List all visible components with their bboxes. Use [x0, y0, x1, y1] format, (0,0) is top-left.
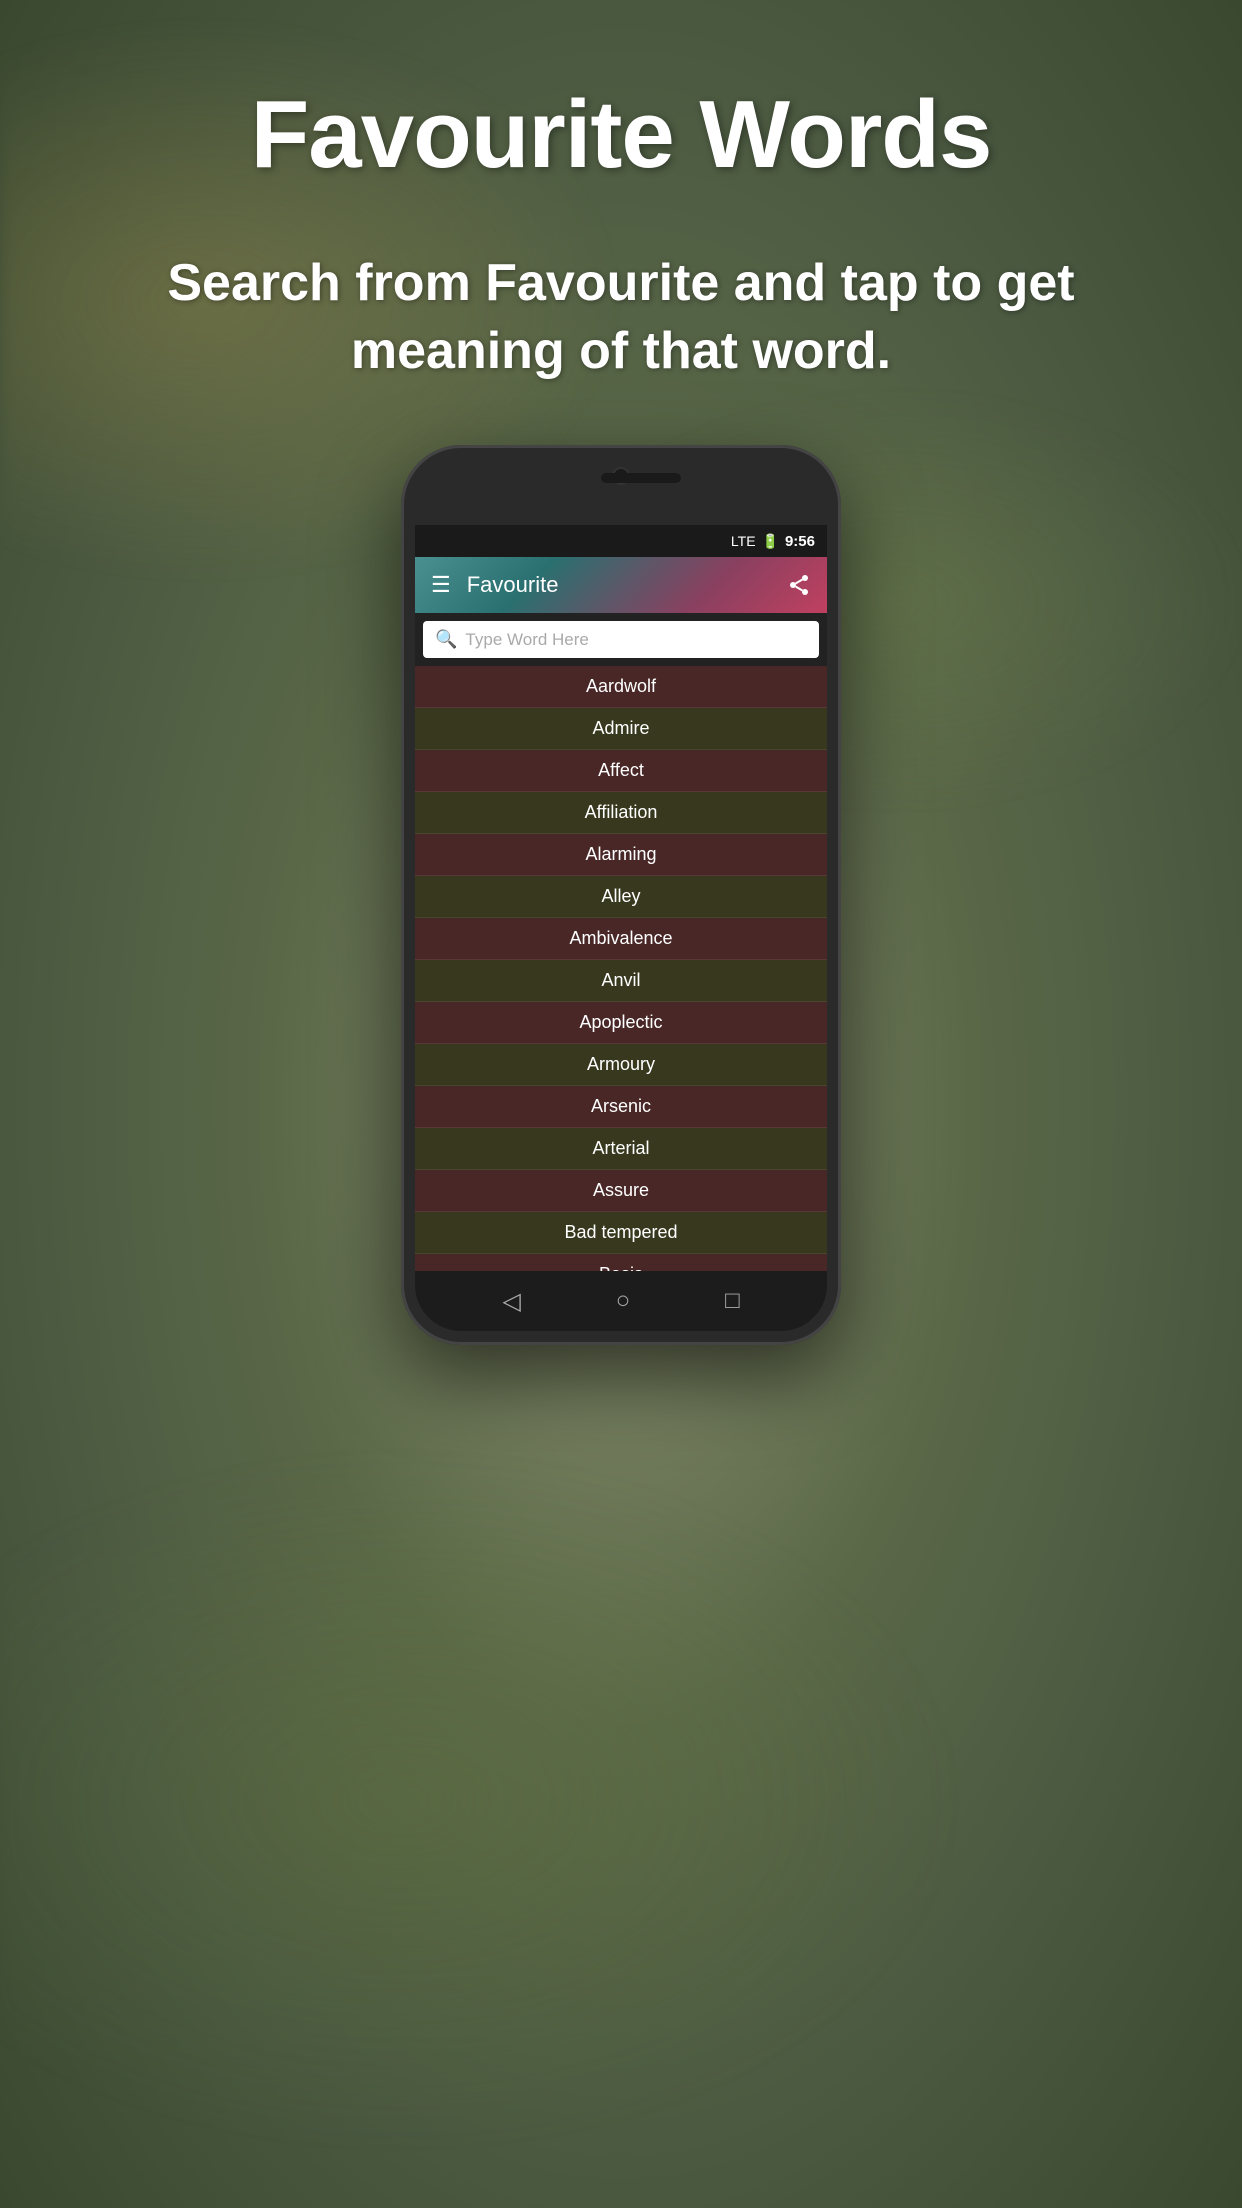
- list-item[interactable]: Anvil: [415, 960, 827, 1002]
- list-item[interactable]: Assure: [415, 1170, 827, 1212]
- word-text: Bad tempered: [564, 1222, 677, 1243]
- search-box[interactable]: 🔍 Type Word Here: [423, 621, 819, 658]
- word-text: Arsenic: [591, 1096, 651, 1117]
- word-text: Affiliation: [585, 802, 658, 823]
- list-item[interactable]: Alley: [415, 876, 827, 918]
- word-text: Apoplectic: [579, 1012, 662, 1033]
- word-text: Affect: [598, 760, 644, 781]
- subtitle-text: Search from Favourite and tap to get mea…: [0, 250, 1242, 385]
- word-text: Alley: [601, 886, 640, 907]
- list-item[interactable]: Aardwolf: [415, 666, 827, 708]
- list-item[interactable]: Admire: [415, 708, 827, 750]
- menu-icon[interactable]: ☰: [431, 572, 451, 598]
- app-bar: ☰ Favourite: [415, 557, 827, 613]
- word-text: Armoury: [587, 1054, 655, 1075]
- phone-screen: LTE 🔋 9:56 ☰ Favourite: [415, 525, 827, 1271]
- main-title: Favourite Words: [251, 80, 992, 190]
- list-item[interactable]: Affect: [415, 750, 827, 792]
- list-item[interactable]: Ambivalence: [415, 918, 827, 960]
- word-text: Basis: [599, 1264, 643, 1271]
- word-text: Anvil: [601, 970, 640, 991]
- phone-outer: LTE 🔋 9:56 ☰ Favourite: [401, 445, 841, 1345]
- word-text: Arterial: [592, 1138, 649, 1159]
- nav-bar: ◁ ○ □: [415, 1271, 827, 1331]
- list-item[interactable]: Arsenic: [415, 1086, 827, 1128]
- page-content: Favourite Words Search from Favourite an…: [0, 0, 1242, 2208]
- word-text: Ambivalence: [569, 928, 672, 949]
- list-item[interactable]: Apoplectic: [415, 1002, 827, 1044]
- list-item[interactable]: Armoury: [415, 1044, 827, 1086]
- word-text: Alarming: [585, 844, 656, 865]
- search-placeholder[interactable]: Type Word Here: [465, 630, 807, 650]
- battery-icon: 🔋: [762, 533, 779, 550]
- back-button[interactable]: ◁: [502, 1287, 520, 1316]
- status-bar: LTE 🔋 9:56: [415, 525, 827, 557]
- list-item[interactable]: Alarming: [415, 834, 827, 876]
- home-button[interactable]: ○: [616, 1287, 631, 1315]
- share-icon[interactable]: [787, 573, 811, 597]
- word-text: Aardwolf: [586, 676, 656, 697]
- list-item[interactable]: Affiliation: [415, 792, 827, 834]
- phone-speaker: [601, 473, 681, 483]
- list-item[interactable]: Bad tempered: [415, 1212, 827, 1254]
- list-item[interactable]: Arterial: [415, 1128, 827, 1170]
- signal-icon: LTE: [731, 533, 756, 549]
- app-bar-title: Favourite: [467, 572, 787, 598]
- word-list: Aardwolf Admire Affect Affiliation Alarming A…: [415, 666, 827, 1271]
- list-item[interactable]: Basis: [415, 1254, 827, 1271]
- word-text: Admire: [592, 718, 649, 739]
- status-time: 9:56: [785, 533, 815, 550]
- search-icon: 🔍: [435, 629, 457, 650]
- phone-mockup: LTE 🔋 9:56 ☰ Favourite: [401, 445, 841, 1345]
- recent-button[interactable]: □: [725, 1287, 740, 1315]
- word-text: Assure: [593, 1180, 649, 1201]
